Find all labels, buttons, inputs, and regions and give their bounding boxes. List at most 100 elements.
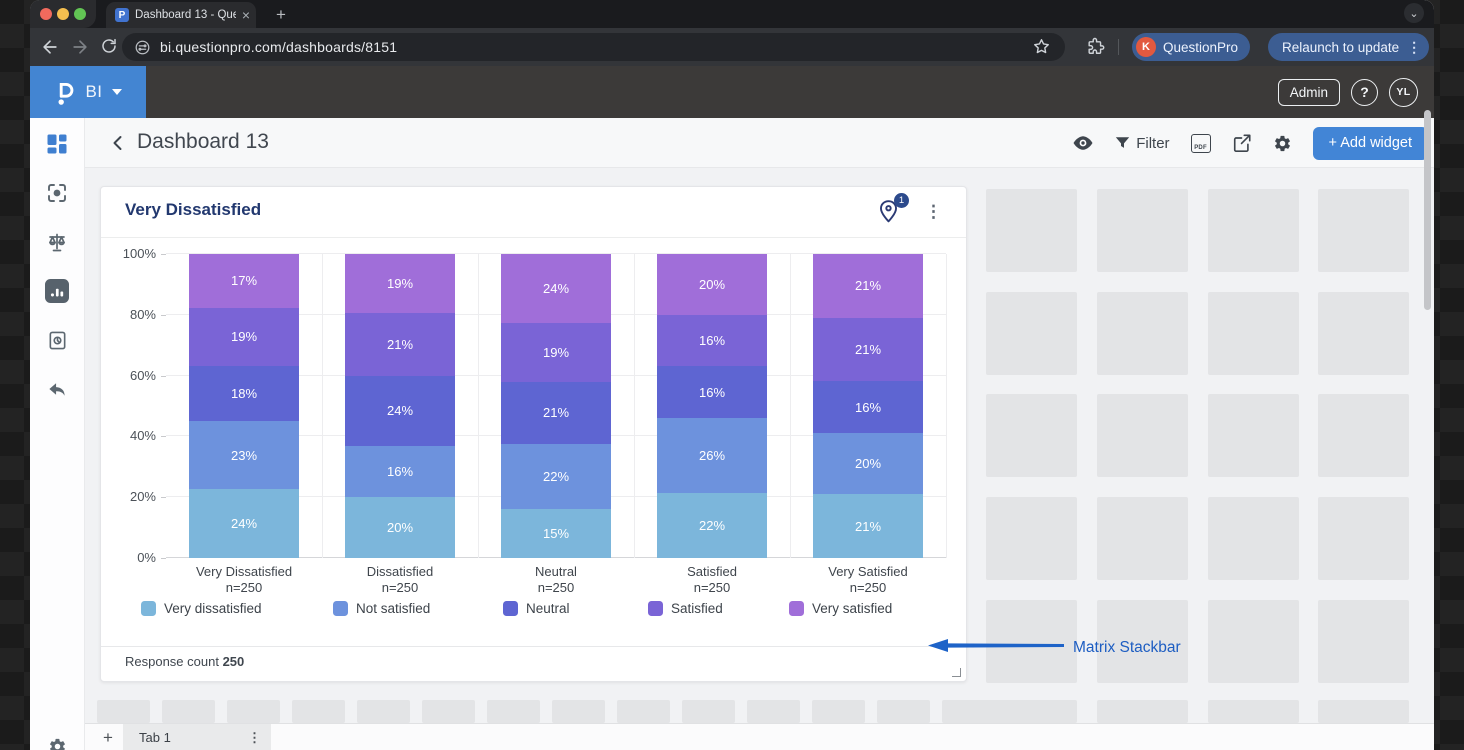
tab-search-button[interactable]: ⌄ [1404, 3, 1424, 23]
bar-segment[interactable]: 21% [813, 254, 923, 318]
focus-icon [46, 182, 68, 204]
sidebar-item-document-report[interactable] [44, 327, 70, 353]
add-widget-button[interactable]: + Add widget [1313, 127, 1428, 160]
maximize-window-button[interactable] [74, 8, 86, 20]
add-tab-button[interactable]: + [97, 727, 119, 749]
bar-segment-value: 21% [855, 342, 881, 357]
help-button[interactable]: ? [1351, 79, 1378, 106]
share-export-icon[interactable] [1232, 133, 1252, 153]
view-eye-icon[interactable] [1072, 135, 1094, 151]
user-avatar[interactable]: YL [1389, 78, 1418, 107]
bar-chart-icon [47, 281, 67, 301]
resize-handle[interactable] [952, 668, 961, 677]
back-icon[interactable] [40, 37, 60, 57]
back-chevron-icon[interactable] [108, 133, 128, 158]
relaunch-menu-icon[interactable]: ⋮ [1407, 40, 1421, 54]
sidebar-item-focus[interactable] [44, 180, 70, 206]
bar-segment[interactable]: 21% [813, 318, 923, 382]
bar-segment[interactable]: 22% [657, 493, 767, 558]
bar-segment[interactable]: 21% [345, 313, 455, 376]
scrollbar-thumb[interactable] [1424, 110, 1431, 310]
divider [101, 646, 966, 647]
placeholder-block [986, 394, 1077, 477]
dashboard-tab[interactable]: Tab 1 ⋮ [123, 724, 271, 750]
new-tab-button[interactable]: + [270, 4, 292, 26]
bar-segment[interactable]: 16% [657, 366, 767, 418]
bar-segment[interactable]: 21% [813, 494, 923, 558]
bar-segment[interactable]: 17% [189, 254, 299, 308]
extensions-icon[interactable] [1086, 37, 1105, 61]
bar-segment[interactable]: 20% [345, 497, 455, 558]
bar-segment[interactable]: 19% [345, 254, 455, 313]
pin-icon[interactable]: 1 [878, 199, 904, 227]
bar-segment[interactable]: 22% [501, 444, 611, 509]
dashboard-canvas: Very Dissatisfied 1 ⋮ 0%20%40%60%80%100%… [85, 168, 1434, 723]
gridline-vertical [946, 254, 947, 558]
forward-icon[interactable] [70, 37, 90, 57]
placeholder-block [422, 700, 475, 723]
legend-label: Very dissatisfied [164, 601, 262, 616]
filter-button[interactable]: Filter [1115, 135, 1169, 152]
divider [101, 237, 966, 238]
legend-swatch [333, 601, 348, 616]
placeholder-block [1097, 189, 1188, 272]
x-axis-label: Very Satisfiedn=250 [790, 564, 946, 596]
placeholder-block [877, 700, 930, 723]
close-window-button[interactable] [40, 8, 52, 20]
bar-segment[interactable]: 24% [345, 376, 455, 446]
sidebar-item-dashboards[interactable] [44, 131, 70, 157]
bar-segment[interactable]: 15% [501, 509, 611, 558]
url-bar[interactable]: bi.questionpro.com/dashboards/8151 [122, 33, 1065, 61]
bar-segment[interactable]: 20% [657, 254, 767, 315]
placeholder-block [1208, 700, 1299, 723]
minimize-window-button[interactable] [57, 8, 69, 20]
browser-tab[interactable]: P Dashboard 13 - QuestionPro × [106, 2, 256, 28]
site-settings-icon[interactable] [134, 39, 151, 56]
placeholder-block [1318, 700, 1409, 723]
legend-item[interactable]: Very dissatisfied [141, 601, 262, 616]
sidebar-item-back[interactable] [44, 376, 70, 402]
bar-segment[interactable]: 18% [189, 366, 299, 422]
legend-item[interactable]: Neutral [503, 601, 570, 616]
bookmark-star-icon[interactable] [1032, 37, 1051, 61]
sidebar-item-compare[interactable] [44, 229, 70, 255]
bar-segment[interactable]: 23% [189, 421, 299, 488]
y-axis-tickmark [161, 558, 166, 559]
export-pdf-icon[interactable]: PDF [1191, 134, 1211, 153]
reload-icon[interactable] [100, 37, 120, 57]
legend-item[interactable]: Very satisfied [789, 601, 892, 616]
bar-segment[interactable]: 24% [501, 254, 611, 323]
browser-profile-button[interactable]: K QuestionPro [1132, 33, 1250, 61]
placeholder-block [1318, 189, 1409, 272]
bar-segment-value: 22% [543, 469, 569, 484]
sidebar [30, 118, 85, 750]
bar-segment[interactable]: 19% [189, 308, 299, 366]
sidebar-settings-gear-icon[interactable] [30, 737, 85, 750]
legend-item[interactable]: Satisfied [648, 601, 723, 616]
browser-tab-strip: P Dashboard 13 - QuestionPro × + ⌄ [30, 0, 1434, 28]
bar-segment[interactable]: 26% [657, 418, 767, 493]
sidebar-item-reports[interactable] [44, 278, 70, 304]
relaunch-to-update-button[interactable]: Relaunch to update ⋮ [1268, 33, 1429, 61]
bar-segment[interactable]: 20% [813, 433, 923, 494]
admin-button[interactable]: Admin [1278, 79, 1340, 106]
app-header: BI Admin ? YL [30, 66, 1434, 118]
placeholder-block [1097, 497, 1188, 580]
dashboard-settings-gear-icon[interactable] [1273, 134, 1292, 153]
product-switcher[interactable]: BI [30, 66, 146, 118]
bar-segment[interactable]: 24% [189, 489, 299, 558]
bar-segment[interactable]: 19% [501, 323, 611, 381]
placeholder-block [487, 700, 540, 723]
widget-menu-icon[interactable]: ⋮ [925, 203, 942, 220]
placeholder-block [942, 700, 995, 723]
close-tab-icon[interactable]: × [242, 8, 250, 22]
legend-item[interactable]: Not satisfied [333, 601, 430, 616]
bar-segment-value: 20% [855, 456, 881, 471]
page-title: Dashboard 13 [137, 130, 269, 154]
bar-segment[interactable]: 16% [657, 315, 767, 367]
tab-menu-icon[interactable]: ⋮ [248, 731, 261, 744]
bar-segment[interactable]: 16% [813, 381, 923, 433]
bar-segment[interactable]: 21% [501, 382, 611, 445]
bar-segment[interactable]: 16% [345, 446, 455, 498]
bar-segment-value: 19% [387, 276, 413, 291]
